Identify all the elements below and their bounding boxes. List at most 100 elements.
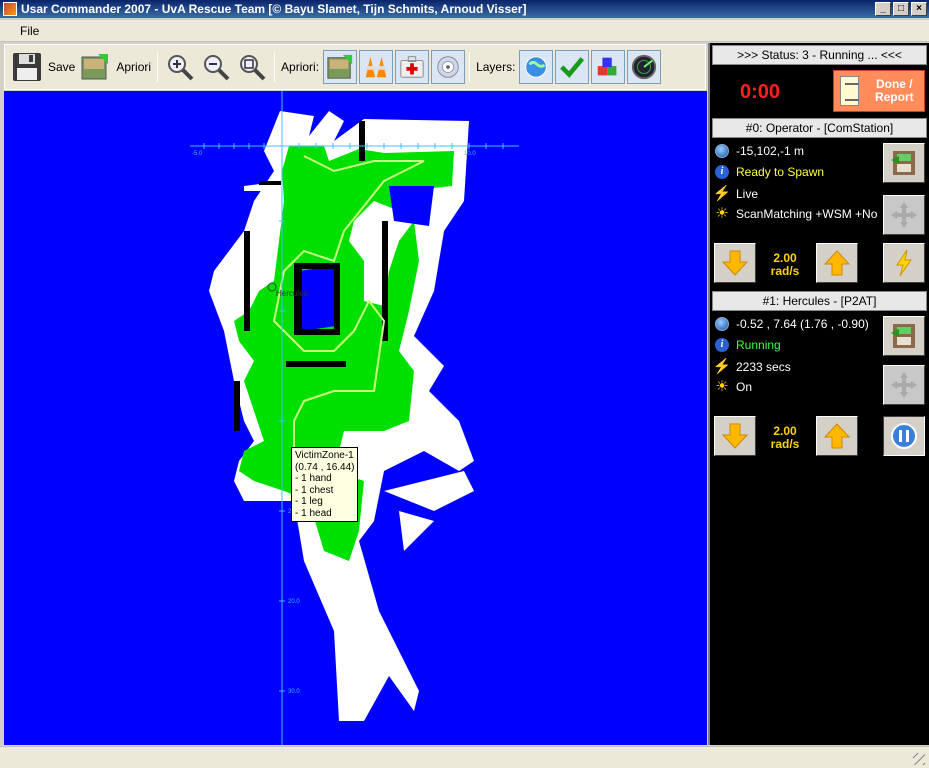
robot-0-decrease-speed-button[interactable] (714, 243, 756, 283)
robot-1-pause-button[interactable] (883, 416, 925, 456)
axis-label-y-30: 30.0 (288, 689, 300, 695)
info-icon: i (714, 164, 730, 180)
robot-1-film-button[interactable] (883, 316, 925, 356)
lightning-icon: ⚡ (714, 358, 732, 375)
save-button[interactable]: Save (11, 49, 75, 85)
apriori-medical-toggle[interactable] (395, 50, 430, 84)
robot-0-power-row: ⚡ Live (714, 185, 884, 203)
menu-bar: File (0, 20, 929, 42)
axis-label-y-20b: 20.0 (288, 599, 300, 605)
minimize-button[interactable]: _ (875, 2, 891, 16)
zoom-in-icon (164, 51, 196, 83)
globe-icon (525, 56, 548, 78)
done-report-label: Done / Report (874, 77, 914, 104)
apriori-signal-toggle[interactable] (431, 50, 466, 84)
report-document-icon (840, 76, 859, 106)
robot-0-position-row: -15,102,-1 m (714, 142, 884, 160)
film-strip-icon (891, 324, 915, 348)
axis-label-x-right: 10.0 (464, 151, 476, 157)
robot-0-power-button[interactable] (883, 243, 925, 283)
robot-0-mode-row: ☀ ScanMatching +WSM +No (714, 205, 884, 223)
status-bar (0, 746, 929, 768)
arrow-up-icon (823, 423, 851, 449)
robot-0-mode: ScanMatching +WSM +No (736, 207, 878, 221)
satellite-dish-icon (437, 56, 459, 78)
robot-0-increase-speed-button[interactable] (816, 243, 858, 283)
robot-0-move-button[interactable] (883, 195, 925, 235)
first-aid-kit-icon (400, 56, 424, 78)
title-bar: Usar Commander 2007 - UvA Rescue Team [©… (0, 0, 929, 18)
robot-1-mode: On (736, 380, 753, 394)
traffic-cone-icon (365, 56, 387, 78)
zoom-fit-icon (236, 51, 268, 83)
toolbar-separator (157, 52, 159, 82)
checkmark-icon (560, 57, 585, 78)
resize-grip[interactable] (913, 753, 925, 765)
globe-icon (714, 143, 730, 159)
robot-0-header: #0: Operator - [ComStation] (712, 118, 927, 138)
film-strip-icon (891, 151, 915, 175)
robot-0-power: Live (736, 187, 759, 201)
layers-label: Layers: (476, 60, 516, 74)
zoom-in-button[interactable] (164, 49, 196, 85)
robot-1-position-row: -0.52 , 7.64 (1.76 , -0.90) (714, 315, 884, 333)
maximize-button[interactable]: □ (893, 2, 909, 16)
robot-1-mode-row: ☀ On (714, 378, 884, 396)
sun-icon: ☀ (715, 205, 729, 222)
layer-check-toggle[interactable] (555, 50, 590, 84)
robot-1-speed-unit: rad/s (770, 437, 800, 451)
axis-label-x-left: -5.0 (192, 151, 203, 157)
apriori-cones-toggle[interactable] (359, 50, 394, 84)
done-report-button[interactable]: Done / Report (833, 70, 925, 112)
apriori-label: Apriori (116, 60, 152, 74)
robot-1-state-row: i Running (714, 336, 884, 354)
status-panel: >>> Status: 3 - Running ... <<< 0:00 Don… (708, 43, 929, 745)
robot-name-label: Hercules (276, 289, 308, 298)
robot-1-move-button[interactable] (883, 365, 925, 405)
victim-tooltip: VictimZone-1 (0.74 , 16.44) - 1 hand - 1… (291, 447, 359, 522)
window-title: Usar Commander 2007 - UvA Rescue Team [©… (21, 2, 527, 16)
close-button[interactable]: × (911, 2, 927, 16)
layer-cubes-toggle[interactable] (591, 50, 626, 84)
zoom-fit-button[interactable] (236, 49, 268, 85)
move-arrows-icon (891, 202, 917, 228)
apriori-group-label: Apriori: (281, 60, 320, 74)
robot-0-position: -15,102,-1 m (736, 144, 805, 158)
lightning-icon: ⚡ (714, 185, 732, 202)
robot-1-speed: 2.00 rad/s (760, 425, 810, 451)
robot-1-state: Running (736, 338, 781, 352)
apriori-button[interactable]: Apriori (79, 49, 151, 85)
robot-1-power: 2233 secs (736, 360, 791, 374)
save-label: Save (48, 60, 76, 74)
menu-file[interactable]: File (20, 24, 39, 38)
layer-globe-toggle[interactable] (519, 50, 554, 84)
robot-0-speed-unit: rad/s (770, 264, 800, 278)
apriori-map-toggle[interactable] (323, 50, 358, 84)
sun-icon: ☀ (715, 378, 729, 395)
floppy-disk-icon (11, 51, 43, 83)
arrow-down-icon (721, 250, 749, 276)
map-image-icon (327, 54, 353, 79)
robot-0-film-button[interactable] (883, 143, 925, 183)
pause-icon (891, 423, 917, 449)
robot-0-state: Ready to Spawn (736, 165, 825, 179)
move-arrows-icon (891, 372, 917, 398)
app-icon (3, 2, 17, 16)
robot-1-increase-speed-button[interactable] (816, 416, 858, 456)
lightning-icon (896, 249, 912, 277)
arrow-up-icon (823, 250, 851, 276)
robot-1-position: -0.52 , 7.64 (1.76 , -0.90) (736, 317, 869, 331)
robot-1-decrease-speed-button[interactable] (714, 416, 756, 456)
zoom-out-button[interactable] (200, 49, 232, 85)
map-canvas[interactable]: -5.0 10.0 20.0 20.0 30.0 Hercules Victim… (4, 91, 707, 745)
layer-radar-toggle[interactable] (627, 50, 662, 84)
radar-icon (632, 54, 657, 80)
arrow-down-icon (721, 423, 749, 449)
mission-timer: 0:00 (740, 81, 781, 103)
robot-1-header: #1: Hercules - [P2AT] (712, 291, 927, 311)
info-icon: i (714, 337, 730, 353)
toolbar: Save Apriori Apriori: Layers: (4, 44, 706, 90)
globe-icon (714, 316, 730, 332)
map-drawing (190, 91, 519, 745)
status-header: >>> Status: 3 - Running ... <<< (712, 45, 927, 65)
